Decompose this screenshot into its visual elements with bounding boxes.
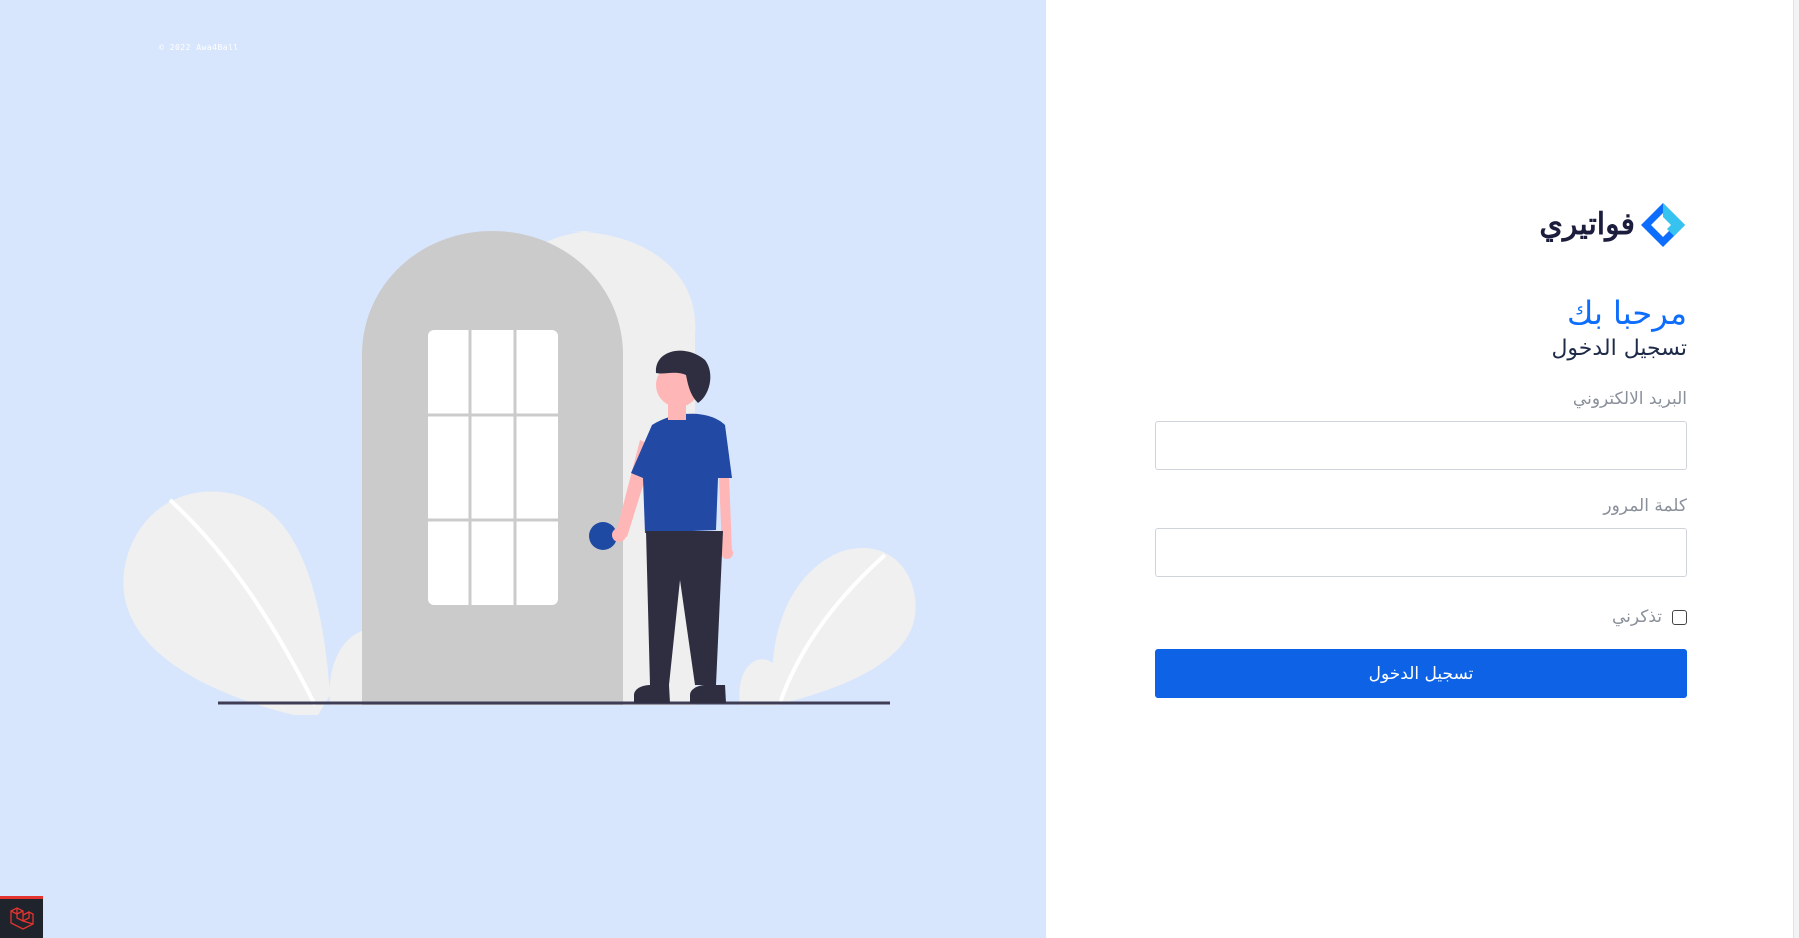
illustration-panel: © 2022 Awa4Ball (0, 0, 1046, 938)
remember-me[interactable]: تذكرني (1155, 607, 1687, 627)
door-person-illustration (123, 231, 916, 715)
welcome-title: مرحبا بك (1566, 294, 1687, 332)
login-form: فواتيري مرحبا بك تسجيل الدخول البريد الا… (1155, 200, 1687, 699)
password-field[interactable] (1155, 528, 1687, 578)
remember-checkbox[interactable] (1672, 609, 1687, 625)
brand-logo: فواتيري (1155, 200, 1687, 250)
remember-label[interactable]: تذكرني (1612, 607, 1662, 627)
email-field[interactable] (1155, 421, 1687, 471)
login-button[interactable]: تسجيل الدخول (1155, 649, 1687, 699)
email-label: البريد الالكتروني (1572, 389, 1687, 410)
password-label: كلمة المرور (1603, 496, 1687, 517)
page-scrollbar[interactable] (1793, 0, 1799, 938)
copyright-text: © 2022 Awa4Ball (159, 43, 239, 52)
brand-name: فواتيري (1539, 207, 1635, 242)
laravel-debug-badge[interactable] (0, 896, 43, 938)
diamond-logo-icon (1641, 203, 1685, 247)
login-subtitle: تسجيل الدخول (1551, 336, 1687, 362)
laravel-icon (9, 906, 34, 930)
